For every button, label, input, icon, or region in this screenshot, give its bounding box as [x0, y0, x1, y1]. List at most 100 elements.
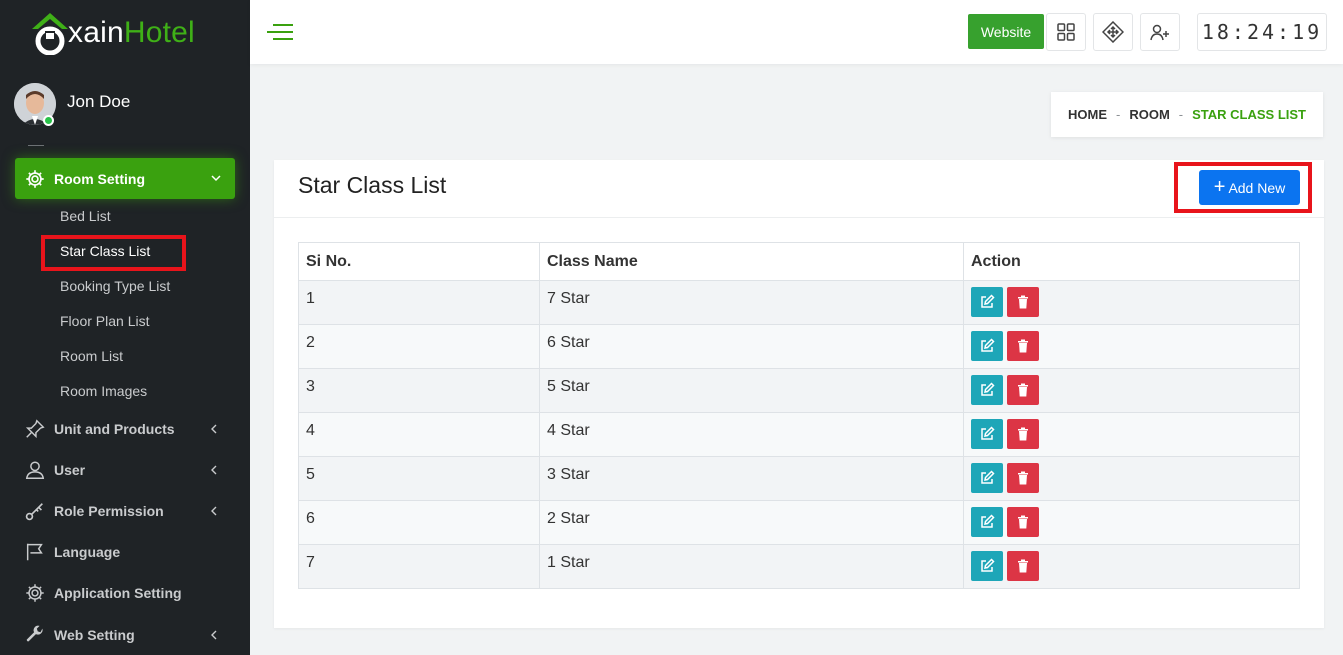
delete-button[interactable] [1007, 375, 1039, 405]
sidebar-item-role-permission[interactable]: Role Permission [0, 496, 250, 526]
submenu-item-booking-type-list[interactable]: Booking Type List [60, 278, 170, 294]
sidebar-item-web-setting[interactable]: Web Setting [0, 620, 250, 650]
cell-action [963, 280, 1300, 325]
grid-icon [1057, 23, 1075, 41]
trash-icon [1018, 427, 1028, 441]
edit-button[interactable] [971, 463, 1003, 493]
cell-class-name: 6 Star [539, 324, 964, 369]
edit-icon [981, 294, 995, 308]
cell-class-name: 3 Star [539, 456, 964, 501]
sidebar-item-application-setting[interactable]: Application Setting [0, 578, 250, 608]
cell-action [963, 500, 1300, 545]
breadcrumb-separator: - [1115, 107, 1121, 122]
sidebar: xainHotel Jon Doe Room Setting Bed List … [0, 0, 250, 655]
card-header: Star Class List + Add New [274, 160, 1324, 218]
cell-action [963, 368, 1300, 413]
logo-house-icon [32, 13, 68, 55]
column-header-action: Action [963, 242, 1300, 281]
sidebar-item-unit-and-products[interactable]: Unit and Products [0, 414, 250, 444]
user-profile[interactable]: Jon Doe [14, 83, 130, 125]
sidebar-item-label: Role Permission [54, 503, 164, 519]
sidebar-item-user[interactable]: User [0, 455, 250, 485]
cell-si-no: 7 [298, 544, 540, 589]
submenu-item-room-images[interactable]: Room Images [60, 383, 147, 399]
breadcrumb-home[interactable]: HOME [1068, 107, 1107, 122]
cell-si-no: 1 [298, 280, 540, 325]
edit-icon [981, 470, 995, 484]
submenu-item-floor-plan-list[interactable]: Floor Plan List [60, 313, 149, 329]
apps-button[interactable] [1046, 13, 1086, 51]
delete-button[interactable] [1007, 419, 1039, 449]
cell-si-no: 3 [298, 368, 540, 413]
key-icon [25, 503, 43, 521]
trash-icon [1018, 471, 1028, 485]
gear-icon [26, 584, 44, 602]
cell-si-no: 4 [298, 412, 540, 457]
star-class-table: Si No. Class Name Action 1 7 Star 2 6 St… [298, 242, 1300, 589]
delete-button[interactable] [1007, 287, 1039, 317]
submenu-item-bed-list[interactable]: Bed List [60, 208, 111, 224]
add-user-icon [1150, 24, 1169, 41]
user-name: Jon Doe [67, 92, 131, 111]
cell-action [963, 324, 1300, 369]
edit-icon [981, 338, 995, 352]
cell-action [963, 412, 1300, 457]
add-new-button[interactable]: + Add New [1199, 170, 1300, 205]
table-row: 5 3 Star [298, 456, 1300, 501]
flag-icon [26, 543, 43, 561]
column-header-class-name[interactable]: Class Name [539, 242, 964, 281]
add-user-button[interactable] [1140, 13, 1180, 51]
sidebar-item-room-setting[interactable]: Room Setting [15, 158, 235, 199]
edit-icon [981, 426, 995, 440]
chevron-down-icon [211, 175, 221, 182]
cell-class-name: 1 Star [539, 544, 964, 589]
breadcrumb: HOME - ROOM - STAR CLASS LIST [1051, 92, 1323, 137]
delete-button[interactable] [1007, 551, 1039, 581]
trash-icon [1018, 339, 1028, 353]
chevron-left-icon [211, 506, 217, 516]
sidebar-item-label: Language [54, 544, 121, 560]
clock-display: 18:24:19 [1197, 13, 1327, 51]
table-row: 7 1 Star [298, 544, 1300, 589]
sidebar-item-label: Application Setting [54, 585, 182, 601]
cell-class-name: 2 Star [539, 500, 964, 545]
edit-button[interactable] [971, 287, 1003, 317]
cell-si-no: 2 [298, 324, 540, 369]
sidebar-item-label: User [54, 462, 86, 478]
trash-icon [1018, 295, 1028, 309]
wrench-icon [26, 625, 43, 642]
edit-button[interactable] [971, 419, 1003, 449]
topbar: Website 18:24:19 [250, 0, 1343, 64]
table-row: 4 4 Star [298, 412, 1300, 457]
sidebar-item-label: Web Setting [54, 627, 135, 643]
table-header-row: Si No. Class Name Action [298, 242, 1300, 281]
sidebar-item-language[interactable]: Language [0, 537, 250, 567]
logo[interactable]: xainHotel [30, 8, 195, 58]
delete-button[interactable] [1007, 463, 1039, 493]
user-icon [25, 461, 45, 479]
move-icon [1102, 21, 1124, 43]
edit-button[interactable] [971, 331, 1003, 361]
edit-button[interactable] [971, 507, 1003, 537]
submenu-item-room-list[interactable]: Room List [60, 348, 123, 364]
edit-button[interactable] [971, 375, 1003, 405]
gear-icon [26, 169, 44, 188]
cell-class-name: 7 Star [539, 280, 964, 325]
website-button[interactable]: Website [968, 14, 1044, 49]
sidebar-item-label: Room Setting [54, 170, 145, 187]
delete-button[interactable] [1007, 331, 1039, 361]
fullscreen-button[interactable] [1093, 13, 1133, 51]
sidebar-item-label: Unit and Products [54, 421, 175, 437]
cell-class-name: 5 Star [539, 368, 964, 413]
delete-button[interactable] [1007, 507, 1039, 537]
edit-icon [981, 514, 995, 528]
cell-class-name: 4 Star [539, 412, 964, 457]
logo-text: xainHotel [68, 16, 195, 49]
cell-si-no: 6 [298, 500, 540, 545]
table-row: 2 6 Star [298, 324, 1300, 369]
menu-toggle-icon[interactable] [265, 22, 295, 42]
column-header-si-no[interactable]: Si No. [298, 242, 540, 281]
breadcrumb-room[interactable]: ROOM [1129, 107, 1169, 122]
add-new-label: Add New [1228, 179, 1286, 196]
edit-button[interactable] [971, 551, 1003, 581]
